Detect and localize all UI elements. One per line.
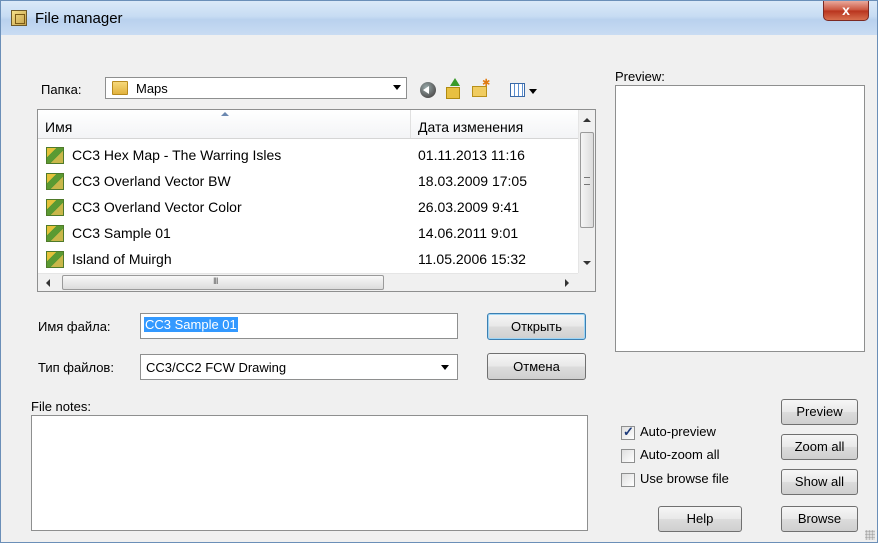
file-name: CC3 Hex Map - The Warring Isles [72,147,282,163]
list-item[interactable]: CC3 Overland Vector Color 26.03.2009 9:4… [38,196,578,220]
back-icon[interactable] [419,81,437,99]
show-all-button[interactable]: Show all [781,469,858,495]
auto-preview-checkbox[interactable] [621,424,635,440]
up-folder-icon[interactable] [444,78,462,99]
map-file-icon [46,173,64,190]
filetype-label: Тип файлов: [38,360,114,375]
auto-zoom-all-checkbox[interactable] [621,449,635,463]
folder-icon [112,81,128,95]
use-browse-file-label: Use browse file [640,471,729,486]
list-item[interactable]: CC3 Hex Map - The Warring Isles 01.11.20… [38,144,578,168]
file-date: 18.03.2009 17:05 [418,173,527,189]
file-list[interactable]: Имя Дата изменения CC3 Hex Map - The War… [37,109,596,292]
scroll-corner [578,273,595,291]
map-file-icon [46,147,64,164]
file-date: 01.11.2013 11:16 [418,147,525,163]
map-file-icon [46,251,64,268]
view-menu-icon[interactable] [510,81,542,99]
file-date: 26.03.2009 9:41 [418,199,520,215]
file-date: 11.05.2006 15:32 [418,251,526,267]
chevron-down-icon [441,365,449,370]
vertical-scrollbar[interactable] [578,110,595,273]
scroll-right-icon[interactable] [565,279,569,287]
file-date: 14.06.2011 9:01 [418,225,519,241]
file-name: CC3 Sample 01 [72,225,171,241]
file-name: CC3 Overland Vector Color [72,199,242,215]
scroll-left-icon[interactable] [46,279,50,287]
app-icon [11,10,27,26]
auto-preview-label: Auto-preview [640,424,716,439]
close-button[interactable]: x [823,1,869,21]
cancel-button[interactable]: Отмена [487,353,586,380]
filename-input[interactable]: CC3 Sample 01 [140,313,458,339]
horizontal-scrollbar[interactable] [38,273,578,291]
file-name: CC3 Overland Vector BW [72,173,231,189]
title-bar[interactable]: File manager x [1,1,877,35]
map-file-icon [46,199,64,216]
filetype-select[interactable]: CC3/CC2 FCW Drawing [140,354,458,380]
list-item[interactable]: Island of Muirgh 11.05.2006 15:32 [38,248,578,272]
column-header-name[interactable]: Имя [45,110,405,138]
file-notes-label: File notes: [31,399,91,414]
file-manager-window: File manager x Папка: Maps Имя Дата изме… [0,0,878,543]
window-title: File manager [35,10,123,27]
map-file-icon [46,225,64,242]
folder-select[interactable]: Maps [105,77,407,99]
file-notes-textarea[interactable] [31,415,588,531]
auto-zoom-all-label: Auto-zoom all [640,447,720,462]
preview-label: Preview: [615,69,665,84]
file-name: Island of Muirgh [72,251,172,267]
scroll-thumb[interactable] [62,275,384,290]
preview-button[interactable]: Preview [781,399,858,425]
list-header: Имя Дата изменения [38,110,578,139]
open-button[interactable]: Открыть [487,313,586,340]
browse-button[interactable]: Browse [781,506,858,532]
preview-pane [615,85,865,352]
zoom-all-button[interactable]: Zoom all [781,434,858,460]
column-header-date[interactable]: Дата изменения [410,110,583,138]
scroll-up-icon[interactable] [583,118,591,122]
list-item[interactable]: CC3 Sample 01 14.06.2011 9:01 [38,222,578,246]
folder-name: Maps [136,81,168,96]
new-folder-icon[interactable] [471,78,490,99]
scroll-down-icon[interactable] [583,261,591,265]
list-item[interactable]: CC3 Overland Vector BW 18.03.2009 17:05 [38,170,578,194]
help-button[interactable]: Help [658,506,742,532]
resize-grip[interactable] [865,530,875,540]
chevron-down-icon [393,85,401,90]
filetype-value: CC3/CC2 FCW Drawing [146,360,287,375]
use-browse-file-checkbox[interactable] [621,473,635,487]
folder-label: Папка: [41,82,82,97]
scroll-thumb[interactable] [580,132,594,228]
filename-label: Имя файла: [38,319,111,334]
filename-value: CC3 Sample 01 [144,317,238,332]
